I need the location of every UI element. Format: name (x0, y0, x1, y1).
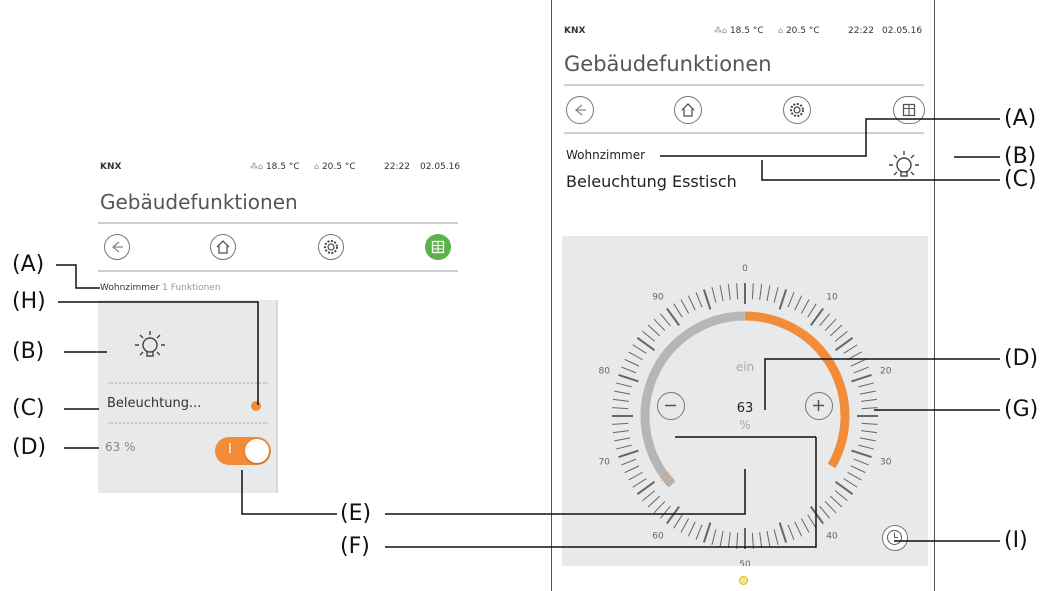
callout-b-left: (B) (12, 339, 45, 364)
callout-d-right: (D) (1004, 346, 1039, 371)
callout-e: (E) (340, 501, 372, 526)
callout-g: (G) (1004, 397, 1039, 422)
callout-i: (I) (1004, 528, 1028, 553)
callout-lines (56, 118, 1000, 548)
callout-d-left: (D) (12, 435, 47, 460)
callout-f: (F) (340, 534, 370, 559)
callout-a-right: (A) (1004, 106, 1037, 131)
callout-b-right: (B) (1004, 144, 1037, 169)
callout-a-left: (A) (12, 252, 45, 277)
callout-c-left: (C) (12, 396, 45, 421)
callout-h: (H) (12, 289, 46, 314)
callout-c-right: (C) (1004, 167, 1037, 192)
